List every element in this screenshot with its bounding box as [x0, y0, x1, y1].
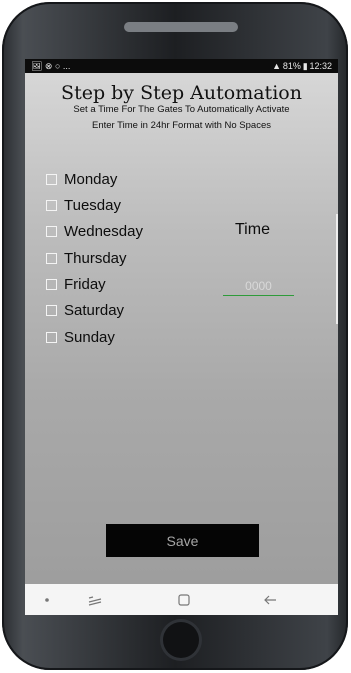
status-icons-left: 🖼 ⊗ ○ ... [31, 61, 71, 71]
subtitle-instructions: Set a Time For The Gates To Automaticall… [73, 104, 290, 115]
scrollbar[interactable] [336, 214, 338, 324]
day-label: Wednesday [64, 222, 143, 240]
checkbox-icon[interactable] [46, 331, 57, 343]
day-label: Friday [64, 275, 106, 293]
day-checkbox-sunday[interactable]: Sunday [46, 327, 115, 347]
status-icons-right: ▲ 81% ▮ 12:32 [272, 59, 332, 73]
checkbox-icon[interactable] [46, 252, 57, 264]
android-nav-bar [25, 584, 338, 615]
day-checkbox-friday[interactable]: Friday [46, 274, 106, 294]
screen: 🖼 ⊗ ○ ... ▲ 81% ▮ 12:32 Step by Step Aut… [25, 59, 338, 615]
day-label: Saturday [64, 301, 125, 319]
signal-icon: ▲ [272, 61, 283, 71]
day-label: Monday [64, 170, 118, 188]
status-time: 12:32 [309, 61, 332, 71]
dot-icon [37, 584, 57, 615]
home-button[interactable] [163, 622, 199, 658]
day-checkbox-wednesday[interactable]: Wednesday [46, 221, 143, 241]
home-square-icon[interactable] [172, 584, 196, 615]
day-checkbox-monday[interactable]: Monday [46, 169, 117, 189]
day-checkbox-thursday[interactable]: Thursday [46, 248, 127, 268]
time-input[interactable] [223, 277, 294, 296]
day-label: Thursday [64, 249, 127, 267]
battery-icon: ▮ [302, 61, 308, 71]
battery-percent: 81% [282, 61, 301, 71]
day-label: Tuesday [64, 196, 121, 214]
checkbox-icon[interactable] [46, 173, 57, 185]
checkbox-icon[interactable] [46, 199, 57, 211]
checkbox-icon[interactable] [46, 304, 57, 316]
page-title: Step by Step Automation [61, 82, 302, 104]
recent-apps-icon[interactable] [83, 584, 107, 615]
day-label: Sunday [64, 328, 115, 346]
day-checkbox-saturday[interactable]: Saturday [46, 300, 124, 320]
day-checkbox-tuesday[interactable]: Tuesday [46, 195, 121, 215]
back-arrow-icon[interactable] [258, 584, 282, 615]
checkbox-icon[interactable] [46, 278, 57, 290]
checkbox-icon[interactable] [46, 225, 57, 237]
subtitle-format-hint: Enter Time in 24hr Format with No Spaces [92, 120, 271, 131]
speaker-grille [124, 22, 238, 32]
status-bar: 🖼 ⊗ ○ ... ▲ 81% ▮ 12:32 [25, 59, 338, 73]
save-button[interactable]: Save [106, 524, 259, 557]
time-label: Time [235, 221, 270, 238]
phone-frame: 🖼 ⊗ ○ ... ▲ 81% ▮ 12:32 Step by Step Aut… [2, 2, 348, 670]
